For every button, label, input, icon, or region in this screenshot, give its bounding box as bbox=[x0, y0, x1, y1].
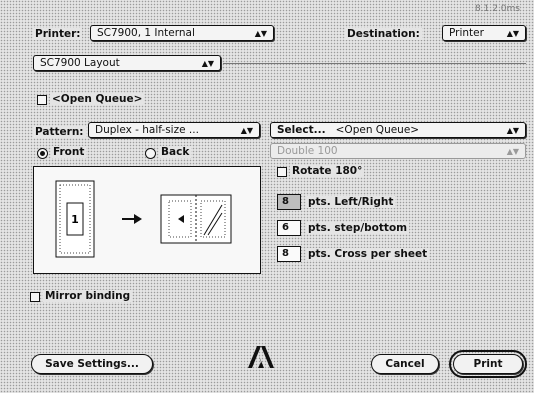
pattern-label: Pattern: bbox=[33, 126, 86, 138]
open-queue-label: <Open Queue> bbox=[50, 93, 145, 105]
layout-preview: 1 bbox=[33, 166, 261, 274]
cross-label: pts. Cross per sheet bbox=[306, 248, 430, 260]
pattern-value: Duplex - half-size ... bbox=[95, 124, 199, 136]
pattern-popup[interactable]: Duplex - half-size ... ▲▼ bbox=[88, 122, 260, 138]
panel-value: SC7900 Layout bbox=[40, 57, 120, 69]
left-right-label: pts. Left/Right bbox=[306, 196, 396, 208]
panel-popup[interactable]: SC7900 Layout ▲▼ bbox=[33, 55, 221, 71]
step-bottom-field[interactable]: 6 bbox=[277, 220, 301, 236]
select-value: <Open Queue> bbox=[335, 124, 420, 136]
save-settings-button[interactable]: Save Settings... bbox=[31, 354, 153, 374]
layout-diagram: 1 bbox=[55, 180, 232, 258]
secondary-popup: Double 100 ▲▼ bbox=[270, 143, 526, 159]
separator-line bbox=[223, 63, 526, 64]
adobe-logo-icon bbox=[248, 346, 274, 368]
step-bottom-label: pts. step/bottom bbox=[306, 222, 410, 234]
back-label: Back bbox=[159, 146, 192, 158]
cross-field[interactable]: 8 bbox=[277, 246, 301, 262]
arrow-right-icon bbox=[122, 214, 142, 224]
back-radio[interactable] bbox=[145, 148, 156, 159]
duplex-sheet bbox=[160, 194, 232, 244]
destination-value: Printer bbox=[449, 27, 484, 39]
front-label: Front bbox=[51, 146, 87, 158]
rotate-label: Rotate 180° bbox=[290, 165, 365, 177]
printer-label: Printer: bbox=[33, 28, 83, 40]
select-popup[interactable]: Select... <Open Queue> ▲▼ bbox=[270, 122, 526, 138]
open-queue-checkbox[interactable] bbox=[37, 95, 47, 105]
printer-popup[interactable]: SC7900, 1 Internal ▲▼ bbox=[90, 25, 274, 41]
source-page: 1 bbox=[55, 180, 95, 258]
printer-value: SC7900, 1 Internal bbox=[97, 27, 195, 39]
popup-arrows-icon: ▲▼ bbox=[254, 28, 267, 38]
destination-label: Destination: bbox=[345, 28, 422, 40]
destination-popup[interactable]: Printer ▲▼ bbox=[442, 25, 526, 41]
secondary-value: Double 100 bbox=[277, 145, 338, 157]
mirror-binding-checkbox[interactable] bbox=[30, 292, 40, 302]
mirror-binding-label: Mirror binding bbox=[43, 290, 133, 302]
select-label: Select... bbox=[277, 124, 326, 136]
popup-arrows-icon: ▲▼ bbox=[201, 58, 214, 68]
popup-arrows-icon: ▲▼ bbox=[506, 146, 519, 156]
left-right-field[interactable]: 8 bbox=[277, 194, 301, 210]
popup-arrows-icon: ▲▼ bbox=[506, 125, 519, 135]
rotate-checkbox[interactable] bbox=[277, 167, 287, 177]
version-label: 8.1.2.0ms bbox=[475, 4, 520, 14]
popup-arrows-icon: ▲▼ bbox=[240, 125, 253, 135]
front-radio[interactable] bbox=[37, 148, 48, 159]
page-number: 1 bbox=[71, 213, 79, 226]
popup-arrows-icon: ▲▼ bbox=[506, 28, 519, 38]
cancel-button[interactable]: Cancel bbox=[371, 354, 439, 374]
print-button[interactable]: Print bbox=[449, 350, 527, 378]
